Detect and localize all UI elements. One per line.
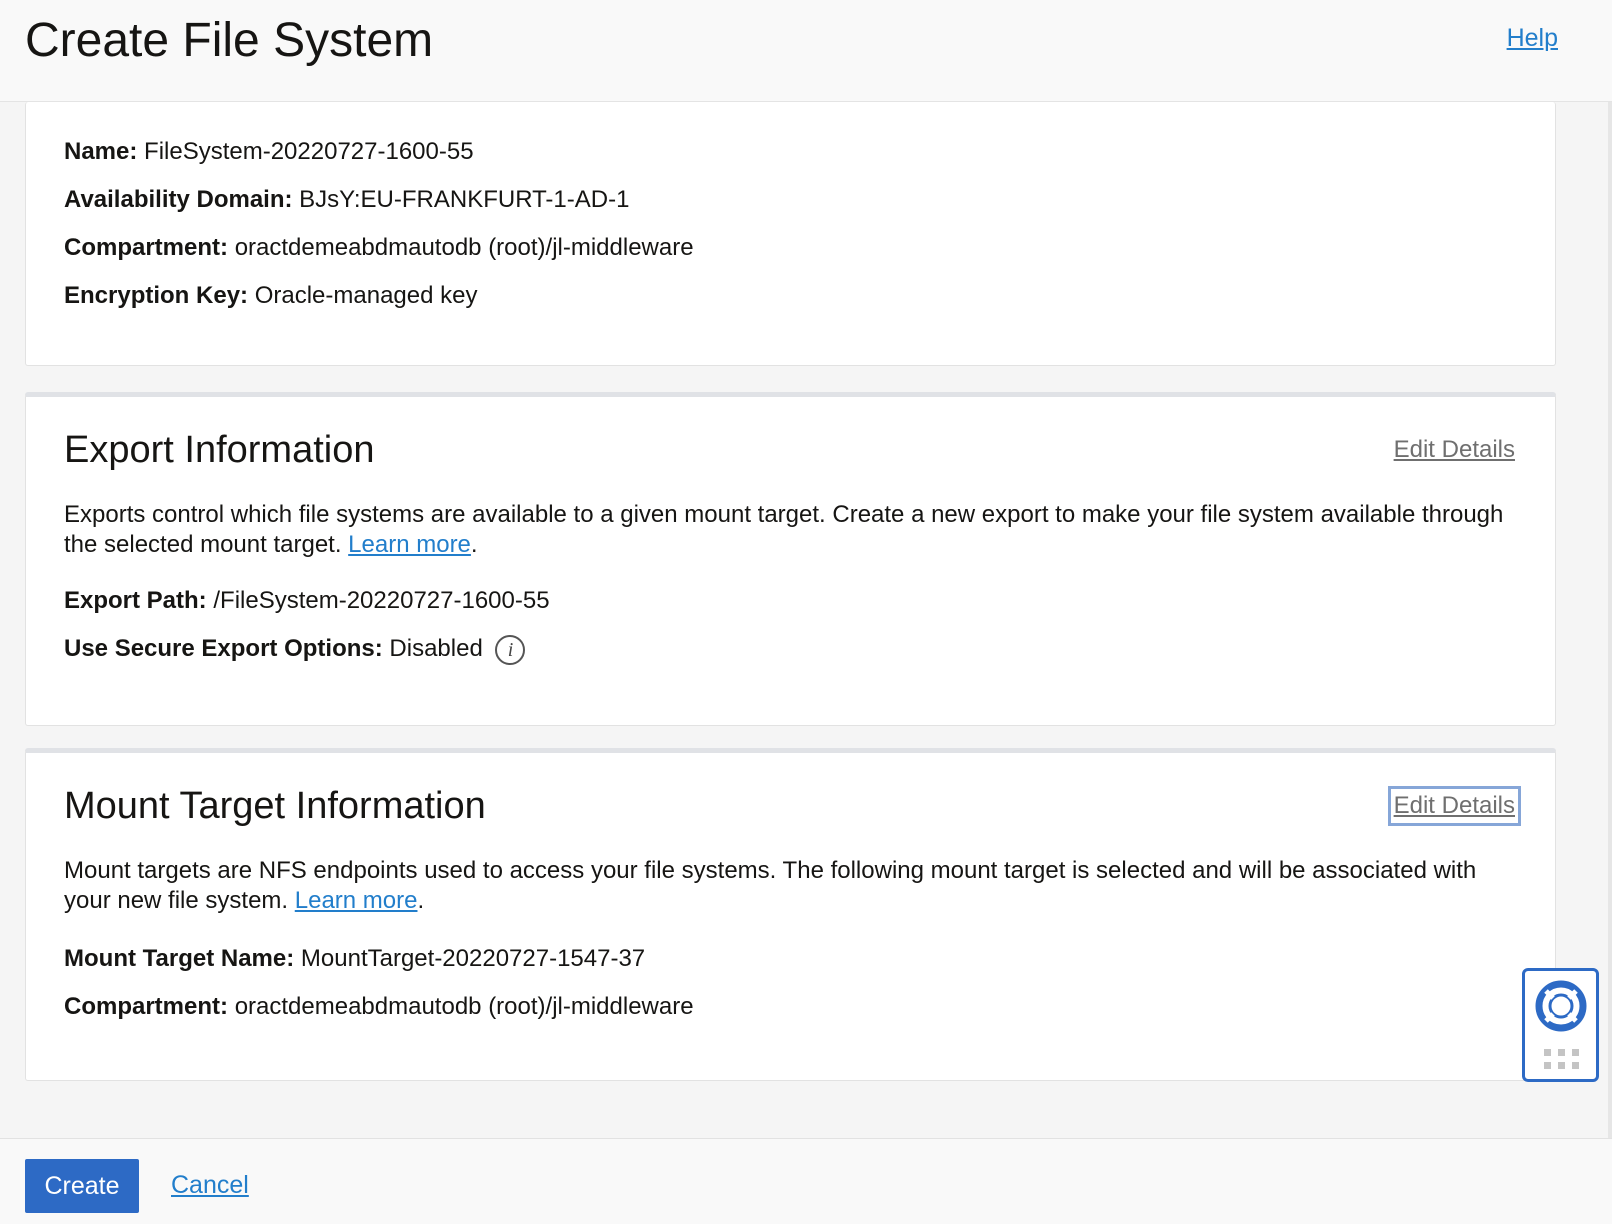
- help-link[interactable]: Help: [1507, 24, 1558, 53]
- compartment-value: oractdemeabdmautodb (root)/jl-middleware: [234, 234, 694, 261]
- scrollbar-track[interactable]: [1608, 102, 1612, 1138]
- mount-compartment-label: Compartment:: [64, 993, 229, 1020]
- create-button[interactable]: Create: [25, 1159, 139, 1213]
- secure-export-value: Disabled: [389, 635, 483, 662]
- mount-target-name-row: Mount Target Name: MountTarget-20220727-…: [64, 943, 645, 975]
- export-learn-more-link[interactable]: Learn more: [348, 531, 471, 558]
- compartment-label: Compartment:: [64, 234, 229, 261]
- mount-compartment-row: Compartment: oractdemeabdmautodb (root)/…: [64, 991, 694, 1023]
- availability-domain-value: BJsY:EU-FRANKFURT-1-AD-1: [299, 186, 630, 213]
- cancel-link[interactable]: Cancel: [171, 1171, 249, 1200]
- lifebuoy-icon: [1535, 980, 1587, 1032]
- export-description: Exports control which file systems are a…: [64, 500, 1514, 560]
- name-label: Name:: [64, 138, 138, 165]
- encryption-key-label: Encryption Key:: [64, 282, 249, 309]
- availability-domain-row: Availability Domain: BJsY:EU-FRANKFURT-1…: [64, 184, 629, 216]
- name-value: FileSystem-20220727-1600-55: [144, 138, 474, 165]
- secure-export-row: Use Secure Export Options: Disabled i: [64, 633, 526, 665]
- page-header: Create File System Help: [0, 0, 1612, 102]
- summary-card: Name: FileSystem-20220727-1600-55 Availa…: [25, 102, 1556, 366]
- grip-dots-icon[interactable]: [1544, 1049, 1580, 1071]
- export-path-label: Export Path:: [64, 587, 207, 614]
- secure-export-label: Use Secure Export Options:: [64, 635, 383, 662]
- page-footer: Create Cancel: [0, 1138, 1612, 1224]
- export-edit-details-link[interactable]: Edit Details: [1392, 434, 1517, 466]
- page-title: Create File System: [25, 14, 434, 67]
- content-area: Name: FileSystem-20220727-1600-55 Availa…: [0, 102, 1612, 1138]
- mount-target-name-value: MountTarget-20220727-1547-37: [300, 945, 646, 972]
- mount-description-period: .: [417, 887, 425, 914]
- export-description-text: Exports control which file systems are a…: [64, 501, 1504, 558]
- export-path-value: /FileSystem-20220727-1600-55: [213, 587, 550, 614]
- export-information-card: Export Information Edit Details Exports …: [25, 392, 1556, 726]
- mount-target-information-card: Mount Target Information Edit Details Mo…: [25, 748, 1556, 1081]
- name-row: Name: FileSystem-20220727-1600-55: [64, 136, 474, 168]
- mount-target-information-title: Mount Target Information: [64, 785, 486, 827]
- export-path-row: Export Path: /FileSystem-20220727-1600-5…: [64, 585, 550, 617]
- encryption-key-value: Oracle-managed key: [254, 282, 478, 309]
- compartment-row: Compartment: oractdemeabdmautodb (root)/…: [64, 232, 694, 264]
- export-description-period: .: [470, 531, 478, 558]
- mount-description-text: Mount targets are NFS endpoints used to …: [64, 857, 1477, 914]
- mount-target-name-label: Mount Target Name:: [64, 945, 295, 972]
- availability-domain-label: Availability Domain:: [64, 186, 293, 213]
- mount-edit-details-link[interactable]: Edit Details: [1387, 786, 1522, 826]
- help-widget[interactable]: [1522, 968, 1599, 1082]
- mount-compartment-value: oractdemeabdmautodb (root)/jl-middleware: [234, 993, 694, 1020]
- export-information-title: Export Information: [64, 429, 375, 471]
- encryption-key-row: Encryption Key: Oracle-managed key: [64, 280, 477, 312]
- mount-learn-more-link[interactable]: Learn more: [295, 887, 418, 914]
- info-icon[interactable]: i: [495, 634, 526, 665]
- mount-description: Mount targets are NFS endpoints used to …: [64, 856, 1514, 916]
